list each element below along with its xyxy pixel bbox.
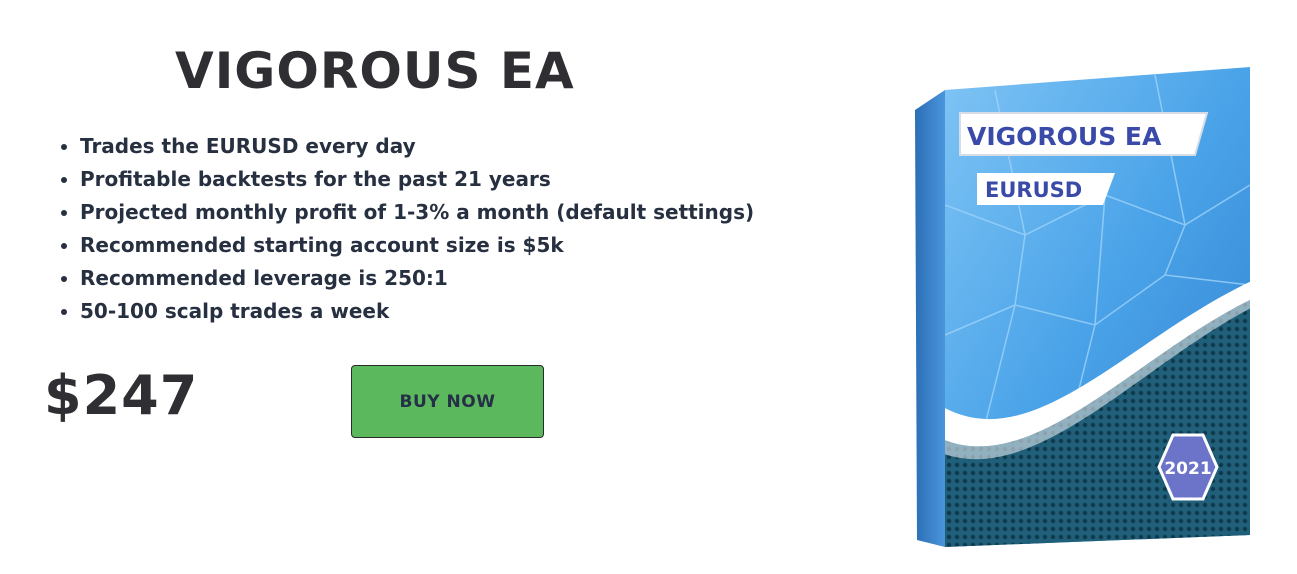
product-title: VIGOROUS EA	[175, 42, 575, 100]
year-badge: 2021	[1157, 433, 1219, 501]
box-title-banner: VIGOROUS EA	[959, 112, 1209, 156]
box-pair-banner: EURUSD	[977, 173, 1115, 205]
box-side-face	[915, 90, 945, 547]
year-badge-text: 2021	[1164, 459, 1211, 479]
buy-now-button[interactable]: BUY NOW	[351, 365, 544, 438]
feature-item: Trades the EURUSD every day	[80, 130, 754, 163]
box-title-text: VIGOROUS EA	[967, 122, 1162, 151]
feature-item: Profitable backtests for the past 21 yea…	[80, 163, 754, 196]
feature-item: Recommended leverage is 250:1	[80, 262, 754, 295]
feature-list: Trades the EURUSD every day Profitable b…	[54, 130, 754, 328]
product-box-graphic: VIGOROUS EA EURUSD 2021	[915, 67, 1250, 547]
feature-item: Recommended starting account size is $5k	[80, 229, 754, 262]
feature-item: Projected monthly profit of 1-3% a month…	[80, 196, 754, 229]
product-box-image: VIGOROUS EA EURUSD 2021	[905, 45, 1265, 555]
box-pair-text: EURUSD	[985, 178, 1082, 202]
price-label: $247	[44, 364, 199, 427]
feature-item: 50-100 scalp trades a week	[80, 295, 754, 328]
